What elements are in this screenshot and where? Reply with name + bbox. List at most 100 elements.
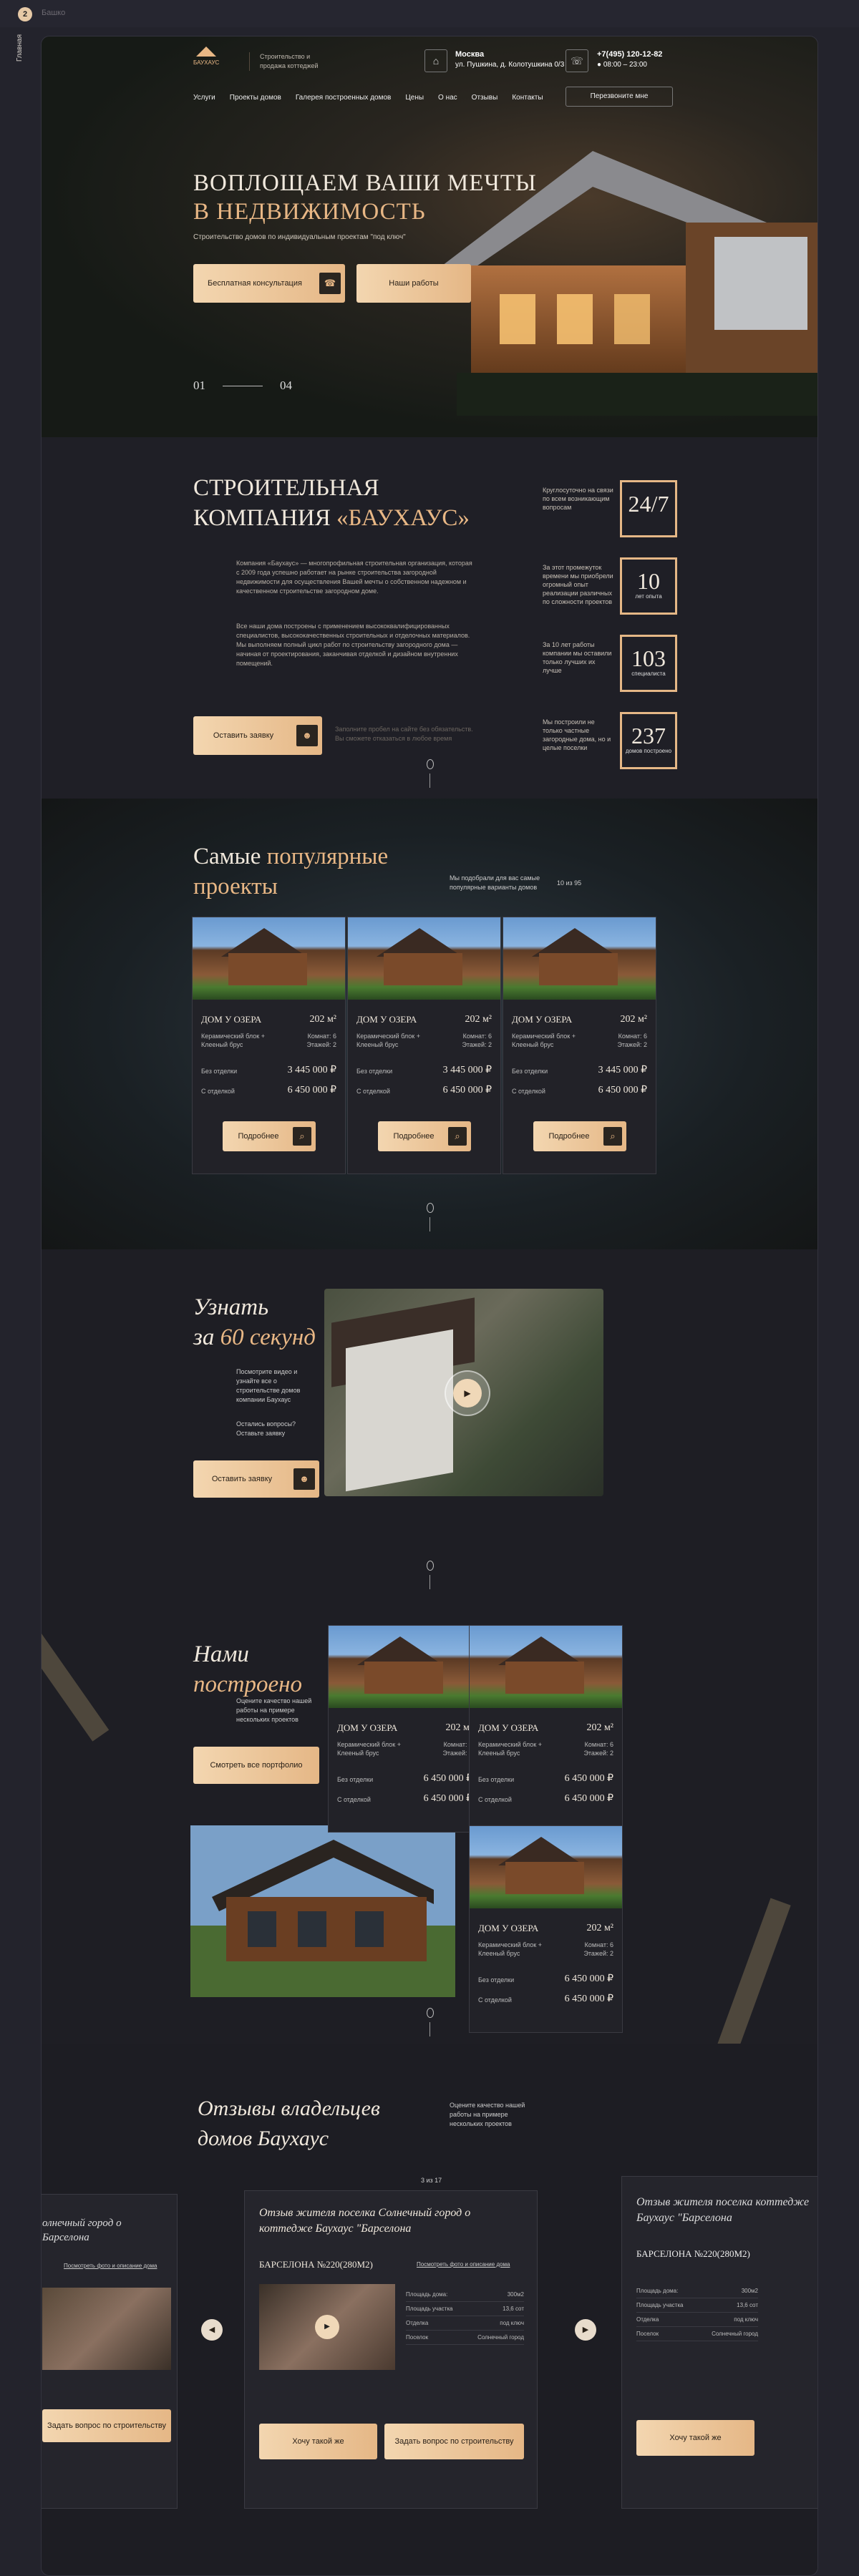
- nav-item[interactable]: Цены: [405, 94, 424, 102]
- project-material: Керамический блок + Клееный брус: [478, 1741, 542, 1757]
- project-card[interactable]: ДОМ У ОЗЕРА 202 м² Керамический блок + К…: [347, 917, 501, 1174]
- review-left-thumb[interactable]: [42, 2288, 171, 2370]
- nav-item[interactable]: Галерея построенных домов: [296, 94, 392, 102]
- callback-button[interactable]: Перезвоните мне: [566, 87, 673, 107]
- consultation-button[interactable]: Бесплатная консультация ☎: [193, 264, 345, 303]
- side-label[interactable]: Главная: [16, 34, 24, 62]
- price-value: 6 450 000 ₽: [423, 1793, 472, 1804]
- project-name: ДОМ У ОЗЕРА: [478, 1923, 539, 1933]
- our-works-button[interactable]: Наши работы: [356, 264, 471, 303]
- scroll-indicator: [427, 759, 434, 769]
- project-name: ДОМ У ОЗЕРА: [512, 1014, 573, 1025]
- spec-label: Площадь дома:: [636, 2288, 679, 2294]
- built-section: Нами построено Оцените качество нашей раб…: [42, 1596, 817, 2054]
- built-title: Нами построено: [193, 1639, 302, 1699]
- project-floors: Этажей: 2: [617, 1041, 647, 1048]
- ruler-decor: [42, 1630, 110, 1742]
- price-label: С отделкой: [478, 1796, 512, 1803]
- details-button[interactable]: Подробнее ⌕: [378, 1121, 471, 1151]
- review-main-link[interactable]: Посмотреть фото и описание дома: [417, 2261, 510, 2268]
- project-material: Керамический блок + Клееный брус: [201, 1033, 265, 1048]
- prev-arrow-icon[interactable]: ◀: [201, 2319, 223, 2341]
- details-label: Подробнее: [238, 1132, 279, 1141]
- review-video-thumb[interactable]: ▶: [259, 2284, 395, 2370]
- play-button[interactable]: ▶: [445, 1370, 490, 1416]
- project-floors: Этажей: 2: [583, 1750, 613, 1757]
- want-same-button[interactable]: Хочу такой же: [259, 2424, 377, 2459]
- project-material: Керамический блок + Клееный брус: [337, 1741, 401, 1757]
- next-arrow-icon[interactable]: ▶: [575, 2319, 596, 2341]
- spec-row: Площадь участка 13,6 сот: [406, 2302, 524, 2316]
- stat-text: За 10 лет работы компании мы оставили то…: [543, 641, 612, 674]
- review-left-question-button[interactable]: Задать вопрос по строительству: [42, 2409, 171, 2442]
- spec-row: Отделка под ключ: [636, 2313, 758, 2327]
- review-right-want-label: Хочу такой же: [669, 2434, 722, 2442]
- review-right-title: Отзыв жителя поселка коттедже Баухаус "Б…: [636, 2196, 810, 2224]
- spec-label: Отделка: [406, 2320, 429, 2326]
- slide-total: 04: [280, 379, 292, 392]
- review-right-want-button[interactable]: Хочу такой же: [636, 2420, 754, 2456]
- video-request-button[interactable]: Оставить заявку ☻: [193, 1460, 319, 1498]
- project-material: Керамический блок + Клееный брус: [356, 1033, 420, 1048]
- project-rooms: Комнат: 6 Этажей: 2: [279, 1032, 336, 1049]
- project-card[interactable]: ДОМ У ОЗЕРА 202 м² Керамический блок + К…: [192, 917, 346, 1174]
- review-left-link[interactable]: Посмотреть фото и описание дома: [64, 2263, 157, 2269]
- hero-title-line2: В НЕДВИЖИМОСТЬ: [193, 199, 426, 225]
- spec-label: Площадь участка: [406, 2306, 453, 2312]
- nav-item[interactable]: О нас: [438, 94, 457, 102]
- search-icon: ⌕: [448, 1127, 467, 1146]
- reviews-title-1: Отзывы владельцев: [198, 2097, 380, 2120]
- spec-value: 13,6 сот: [503, 2306, 524, 2312]
- project-image-roof: [498, 1636, 584, 1665]
- price-value: 6 450 000 ₽: [564, 1773, 613, 1784]
- spec-row: Площадь дома: 300м2: [406, 2288, 524, 2302]
- about-note: Заполните пробел на сайте без обязательс…: [335, 726, 473, 742]
- video-title: Узнать за 60 секунд: [193, 1292, 316, 1352]
- project-card[interactable]: ДОМ У ОЗЕРА 202 м² Керамический блок + К…: [328, 1625, 482, 1833]
- projects-pager: 10 из 95: [557, 879, 582, 887]
- stat-item: Мы построили не только частные загородны…: [543, 712, 677, 771]
- logo[interactable]: БАУХАУС: [193, 47, 219, 75]
- projects-desc: Мы подобрали для вас самые популярные ва…: [450, 874, 540, 891]
- spec-value: Солнечный город: [712, 2331, 758, 2337]
- user-icon: ☻: [296, 725, 318, 746]
- ask-question-button[interactable]: Задать вопрос по строительству: [384, 2424, 524, 2459]
- stat-number: 103: [631, 645, 666, 671]
- nav-item[interactable]: Проекты домов: [230, 94, 281, 102]
- about-title-line2a: КОМПАНИЯ: [193, 505, 336, 531]
- nav-item[interactable]: Отзывы: [472, 94, 498, 102]
- project-rooms-count: Комнат: 6: [307, 1033, 336, 1040]
- review-card-right: Отзыв жителя поселка коттедже Баухаус "Б…: [621, 2176, 817, 2509]
- play-icon[interactable]: ▶: [315, 2315, 339, 2339]
- price-value: 6 450 000 ₽: [564, 1793, 613, 1804]
- portfolio-button[interactable]: Смотреть все портфолио: [193, 1747, 319, 1784]
- review-card-left: олнечный город о Барселона Посмотреть фо…: [42, 2194, 178, 2509]
- video-player[interactable]: ▶: [324, 1289, 603, 1496]
- project-area: 202 м²: [586, 1722, 613, 1733]
- phone[interactable]: +7(495) 120-12-82: [597, 50, 662, 59]
- nav-item[interactable]: Услуги: [193, 94, 215, 102]
- details-button[interactable]: Подробнее ⌕: [223, 1121, 316, 1151]
- review-left-title: олнечный город о Барселона: [42, 2218, 122, 2243]
- phone-icon: ☏: [566, 49, 588, 72]
- project-card[interactable]: ДОМ У ОЗЕРА 202 м² Керамический блок + К…: [469, 1625, 623, 1833]
- price-value: 6 450 000 ₽: [423, 1773, 472, 1784]
- stat-box: 237 домов построено: [620, 712, 677, 769]
- spec-label: Площадь участка: [636, 2302, 684, 2308]
- project-card[interactable]: ДОМ У ОЗЕРА 202 м² Керамический блок + К…: [469, 1825, 623, 2033]
- details-button[interactable]: Подробнее ⌕: [533, 1121, 626, 1151]
- spec-value: под ключ: [734, 2316, 758, 2323]
- spec-row: Поселок Солнечный город: [636, 2327, 758, 2341]
- slide-counter: 01 04: [193, 379, 292, 393]
- about-title-line1: СТРОИТЕЛЬНАЯ: [193, 475, 379, 501]
- phone-block: +7(495) 120-12-82 ● 08:00 – 23:00: [597, 49, 662, 70]
- about-request-button[interactable]: Оставить заявку ☻: [193, 716, 322, 755]
- frame-icon[interactable]: 2: [18, 7, 32, 21]
- location-icon: ⌂: [424, 49, 447, 72]
- about-section: СТРОИТЕЛЬНАЯ КОМПАНИЯ «БАУХАУС» Компания …: [42, 437, 817, 799]
- project-card[interactable]: ДОМ У ОЗЕРА 202 м² Керамический блок + К…: [503, 917, 656, 1174]
- project-rooms: Комнат: 6 Этажей: 2: [590, 1032, 647, 1049]
- review-right-sub: БАРСЕЛОНА №220(280М2): [636, 2248, 750, 2259]
- project-rooms-count: Комнат: 6: [618, 1033, 647, 1040]
- nav-item[interactable]: Контакты: [512, 94, 543, 102]
